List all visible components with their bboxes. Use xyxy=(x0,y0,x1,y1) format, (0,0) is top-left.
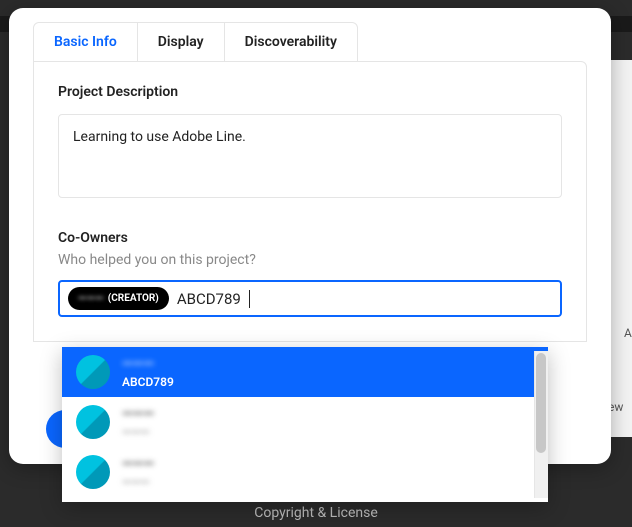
tab-discoverability[interactable]: Discoverability xyxy=(225,23,357,61)
coowners-suggestions-dropdown: ——— ABCD789 ——— ——— ——— ——— xyxy=(62,347,548,502)
scrollbar-thumb[interactable] xyxy=(536,353,546,453)
suggestion-texts: ——— ——— xyxy=(122,456,154,489)
suggestion-sub: ——— xyxy=(122,475,154,489)
suggestion-name: ——— xyxy=(122,406,154,422)
creator-chip[interactable]: ——— (CREATOR) xyxy=(68,287,169,310)
avatar-icon xyxy=(76,405,110,439)
modal-tabs: Basic Info Display Discoverability xyxy=(33,22,358,62)
suggestion-texts: ——— ABCD789 xyxy=(122,356,174,389)
footer-copyright: Copyright & License xyxy=(0,505,632,521)
suggestion-texts: ——— ——— xyxy=(122,406,154,439)
suggestion-item[interactable]: ——— ——— xyxy=(62,447,548,497)
tab-display[interactable]: Display xyxy=(138,23,225,61)
tab-basic-info[interactable]: Basic Info xyxy=(34,23,138,61)
basic-info-panel: Project Description Co-Owners Who helped… xyxy=(33,61,587,342)
suggestion-item[interactable]: ——— ——— xyxy=(62,397,548,447)
suggestion-name: ——— xyxy=(122,456,154,472)
suggestion-sub: ——— xyxy=(122,425,154,439)
description-input[interactable] xyxy=(58,114,562,198)
suggestion-item[interactable]: ——— ABCD789 xyxy=(62,347,548,397)
text-caret xyxy=(249,290,250,308)
bg-fragment-1: A xyxy=(624,326,632,340)
avatar-icon xyxy=(76,455,110,489)
suggestion-sub: ABCD789 xyxy=(122,375,174,389)
creator-chip-name: ——— xyxy=(78,292,104,305)
suggestion-name: ——— xyxy=(122,356,174,372)
coowners-input-wrap[interactable]: ——— (CREATOR) ABCD789 xyxy=(58,280,562,317)
avatar-icon xyxy=(76,355,110,389)
coowners-text-input[interactable]: ABCD789 xyxy=(177,290,241,308)
coowners-sublabel: Who helped you on this project? xyxy=(58,252,562,268)
description-label: Project Description xyxy=(58,84,562,100)
coowners-label: Co-Owners xyxy=(58,230,562,246)
dropdown-scrollbar[interactable] xyxy=(534,351,548,498)
creator-chip-role: (CREATOR) xyxy=(108,293,159,304)
